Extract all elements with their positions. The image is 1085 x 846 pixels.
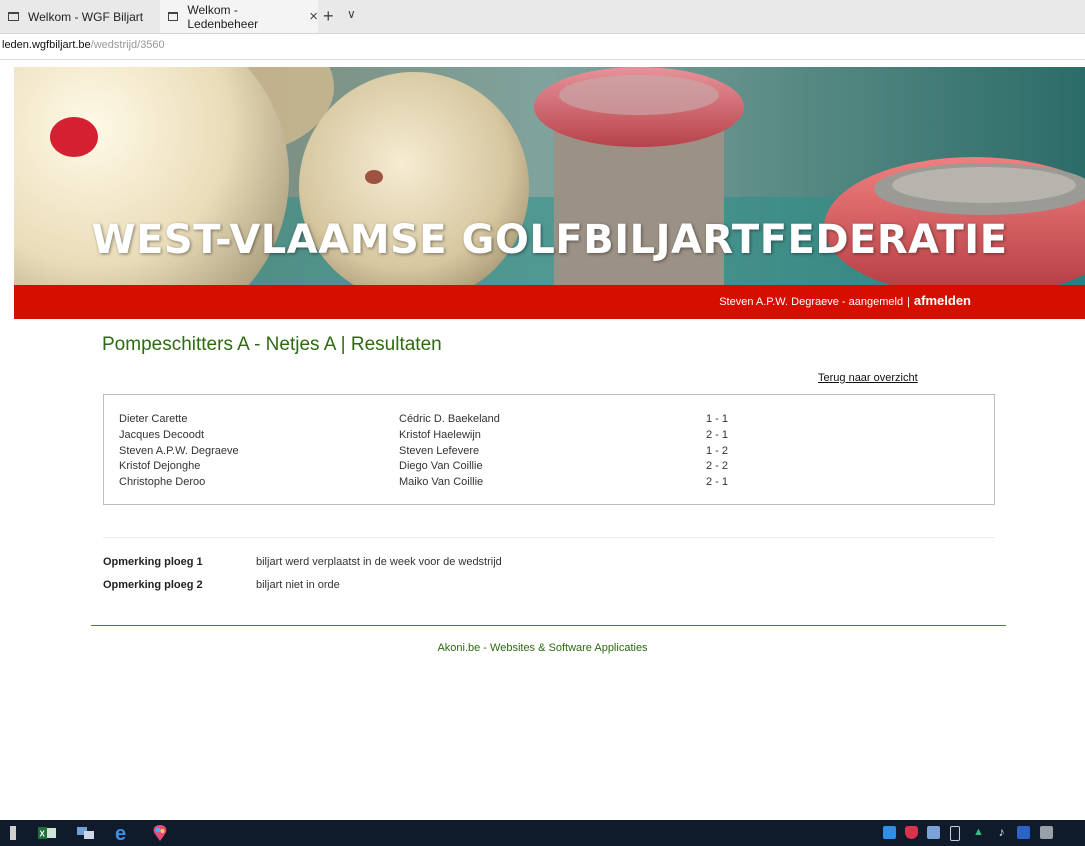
remark-label: Opmerking ploeg 2 <box>103 579 203 591</box>
remark-label: Opmerking ploeg 1 <box>103 556 203 568</box>
site-title: WEST-VLAAMSE GOLFBILJARTFEDERATIE <box>91 217 1008 263</box>
tab-title: Welkom - WGF Biljart <box>28 9 144 24</box>
url-host: leden.wgfbiljart.be <box>2 39 91 51</box>
page-icon <box>168 12 179 21</box>
edge-icon[interactable]: e <box>112 824 134 842</box>
divider <box>103 537 995 538</box>
table-row: Dieter Carette Cédric D. Baekeland 1 - 1 <box>104 413 994 429</box>
new-tab-button[interactable]: + <box>323 6 334 26</box>
score: 2 - 2 <box>706 460 729 472</box>
table-row: Jacques Decoodt Kristof Haelewijn 2 - 1 <box>104 429 994 445</box>
browser-tab-bar: Welkom - WGF Biljart Welkom - Ledenbehee… <box>0 0 1085 34</box>
excel-icon[interactable]: X <box>38 824 58 842</box>
remark-text: biljart niet in orde <box>256 579 340 591</box>
away-player: Cédric D. Baekeland <box>399 413 500 425</box>
svg-text:X: X <box>40 830 46 839</box>
user-status: Steven A.P.W. Degraeve - aangemeld | afm… <box>719 293 971 308</box>
score: 2 - 1 <box>706 476 729 488</box>
page-icon <box>8 12 19 21</box>
network-icon[interactable] <box>76 824 96 842</box>
usb-icon[interactable] <box>950 826 960 841</box>
logout-link[interactable]: afmelden <box>914 293 971 308</box>
home-player: Steven A.P.W. Degraeve <box>119 445 239 457</box>
away-player: Steven Lefevere <box>399 445 480 457</box>
taskbar: X e ▲ ♪ <box>0 820 1085 846</box>
word-icon[interactable] <box>1017 826 1030 839</box>
score: 1 - 1 <box>706 413 729 425</box>
table-row: Kristof Dejonghe Diego Van Coillie 2 - 2 <box>104 460 994 476</box>
home-player: Kristof Dejonghe <box>119 460 201 472</box>
home-player: Dieter Carette <box>119 413 188 425</box>
footer-divider <box>91 625 1006 626</box>
notes-icon[interactable] <box>1040 826 1053 839</box>
home-player: Jacques Decoodt <box>119 429 204 441</box>
drive-icon[interactable]: ▲ <box>972 826 985 839</box>
away-player: Maiko Van Coillie <box>399 476 484 488</box>
browser-tab-ledenbeheer[interactable]: Welkom - Ledenbeheer × <box>160 0 318 33</box>
results-table: Dieter Carette Cédric D. Baekeland 1 - 1… <box>103 394 995 505</box>
away-player: Diego Van Coillie <box>399 460 483 472</box>
header-banner: WEST-VLAAMSE GOLFBILJARTFEDERATIE <box>14 67 1085 285</box>
url-path: /wedstrijd/3560 <box>90 39 165 51</box>
table-row: Christophe Deroo Maiko Van Coillie 2 - 1 <box>104 476 994 492</box>
network-icon[interactable] <box>927 826 940 839</box>
user-bar: Steven A.P.W. Degraeve - aangemeld | afm… <box>14 285 1085 319</box>
back-to-overview-link[interactable]: Terug naar overzicht <box>818 372 918 384</box>
home-player: Christophe Deroo <box>119 476 206 488</box>
footer-credit-link[interactable]: Akoni.be - Websites & Software Applicati… <box>0 642 1085 654</box>
separator: | <box>907 296 910 308</box>
svg-text:e: e <box>115 824 126 842</box>
acrobat-icon[interactable]: ♪ <box>995 826 1008 839</box>
paint-icon[interactable] <box>150 824 170 842</box>
user-logged-in-text: Steven A.P.W. Degraeve - aangemeld <box>719 296 904 308</box>
table-row: Steven A.P.W. Degraeve Steven Lefevere 1… <box>104 445 994 461</box>
score: 2 - 1 <box>706 429 729 441</box>
address-bar[interactable]: leden.wgfbiljart.be/wedstrijd/3560 <box>0 34 1085 60</box>
away-player: Kristof Haelewijn <box>399 429 481 441</box>
tab-title: Welkom - Ledenbeheer <box>187 2 259 31</box>
cloud-icon[interactable] <box>883 826 896 839</box>
close-icon[interactable]: × <box>309 8 318 25</box>
url-text[interactable]: leden.wgfbiljart.be/wedstrijd/3560 <box>2 39 165 51</box>
shield-icon[interactable] <box>905 826 918 839</box>
start-edge-icon[interactable] <box>10 826 16 840</box>
page-title: Pompeschitters A - Netjes A | Resultaten <box>102 334 442 355</box>
score: 1 - 2 <box>706 445 729 457</box>
tab-list-chevron-icon[interactable]: ∨ <box>347 7 356 21</box>
browser-tab-wgf-biljart[interactable]: Welkom - WGF Biljart <box>0 0 148 33</box>
remark-text: biljart werd verplaatst in de week voor … <box>256 556 502 568</box>
